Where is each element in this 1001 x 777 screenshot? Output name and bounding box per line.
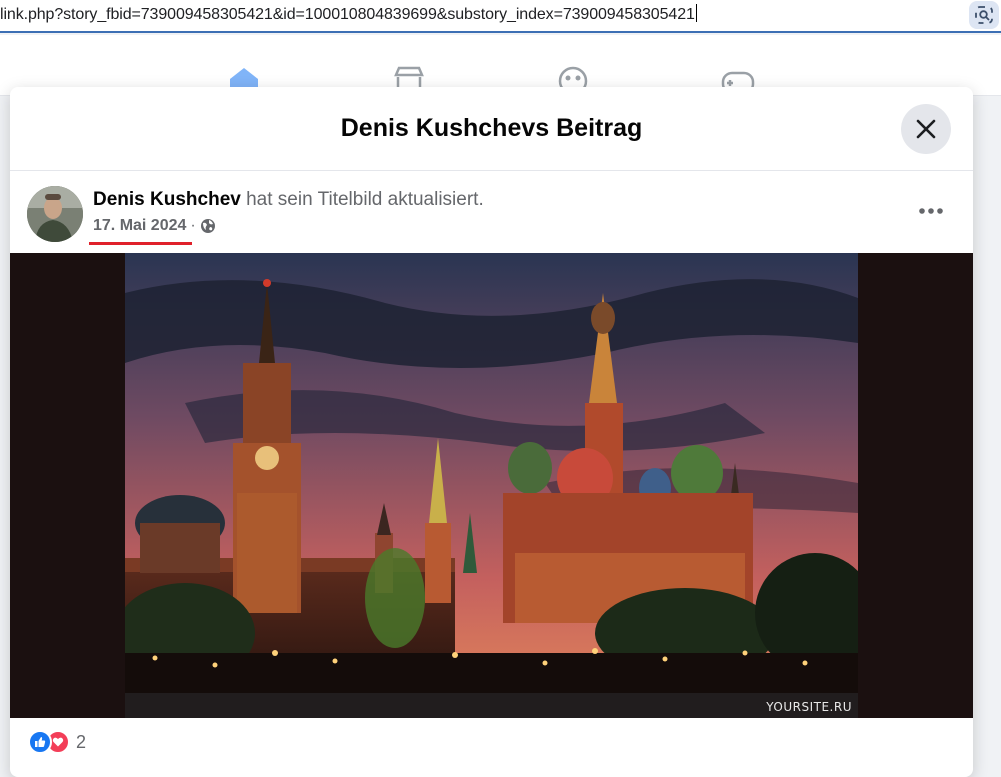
modal-header: Denis Kushchevs Beitrag: [10, 87, 973, 171]
red-underline-annotation: [89, 242, 193, 245]
more-options-button[interactable]: [913, 199, 949, 223]
author-name-link[interactable]: Denis Kushchev: [93, 189, 241, 210]
close-button[interactable]: [901, 104, 951, 154]
text-caret: [695, 4, 697, 22]
modal-title: Denis Kushchevs Beitrag: [340, 114, 643, 142]
kremlin-photo: [125, 253, 858, 718]
globe-icon[interactable]: [200, 218, 216, 234]
avatar[interactable]: [27, 186, 83, 242]
post-date-link[interactable]: 17. Mai 2024: [89, 217, 193, 245]
url-text: link.php?story_fbid=739009458305421&id=1…: [0, 6, 695, 23]
more-dots-icon: [919, 208, 943, 214]
lens-search-button[interactable]: [969, 1, 999, 29]
browser-address-bar[interactable]: link.php?story_fbid=739009458305421&id=1…: [0, 0, 1001, 33]
post-subline: 17. Mai 2024 ·: [89, 217, 484, 245]
avatar-photo: [27, 186, 83, 242]
post-date-text: 17. Mai 2024: [93, 217, 187, 234]
post-modal: Denis Kushchevs Beitrag Denis Kushchev h…: [10, 87, 973, 777]
meta-separator: ·: [190, 217, 196, 234]
post-action-text: hat sein Titelbild aktualisiert.: [246, 189, 484, 210]
lens-search-icon: [975, 6, 993, 24]
photo-watermark: YOURSITE.RU: [766, 700, 852, 714]
reactions-summary[interactable]: 2: [28, 727, 86, 757]
cover-photo[interactable]: YOURSITE.RU: [125, 253, 858, 718]
url-input[interactable]: link.php?story_fbid=739009458305421&id=1…: [0, 4, 697, 24]
post-headline: Denis Kushchev hat sein Titelbild aktual…: [93, 189, 484, 211]
cover-photo-area[interactable]: YOURSITE.RU: [10, 253, 973, 718]
like-icon: [28, 730, 52, 754]
post-header: Denis Kushchev hat sein Titelbild aktual…: [10, 171, 973, 254]
post-meta: Denis Kushchev hat sein Titelbild aktual…: [89, 189, 484, 245]
reaction-count[interactable]: 2: [76, 732, 86, 753]
close-icon: [916, 119, 936, 139]
